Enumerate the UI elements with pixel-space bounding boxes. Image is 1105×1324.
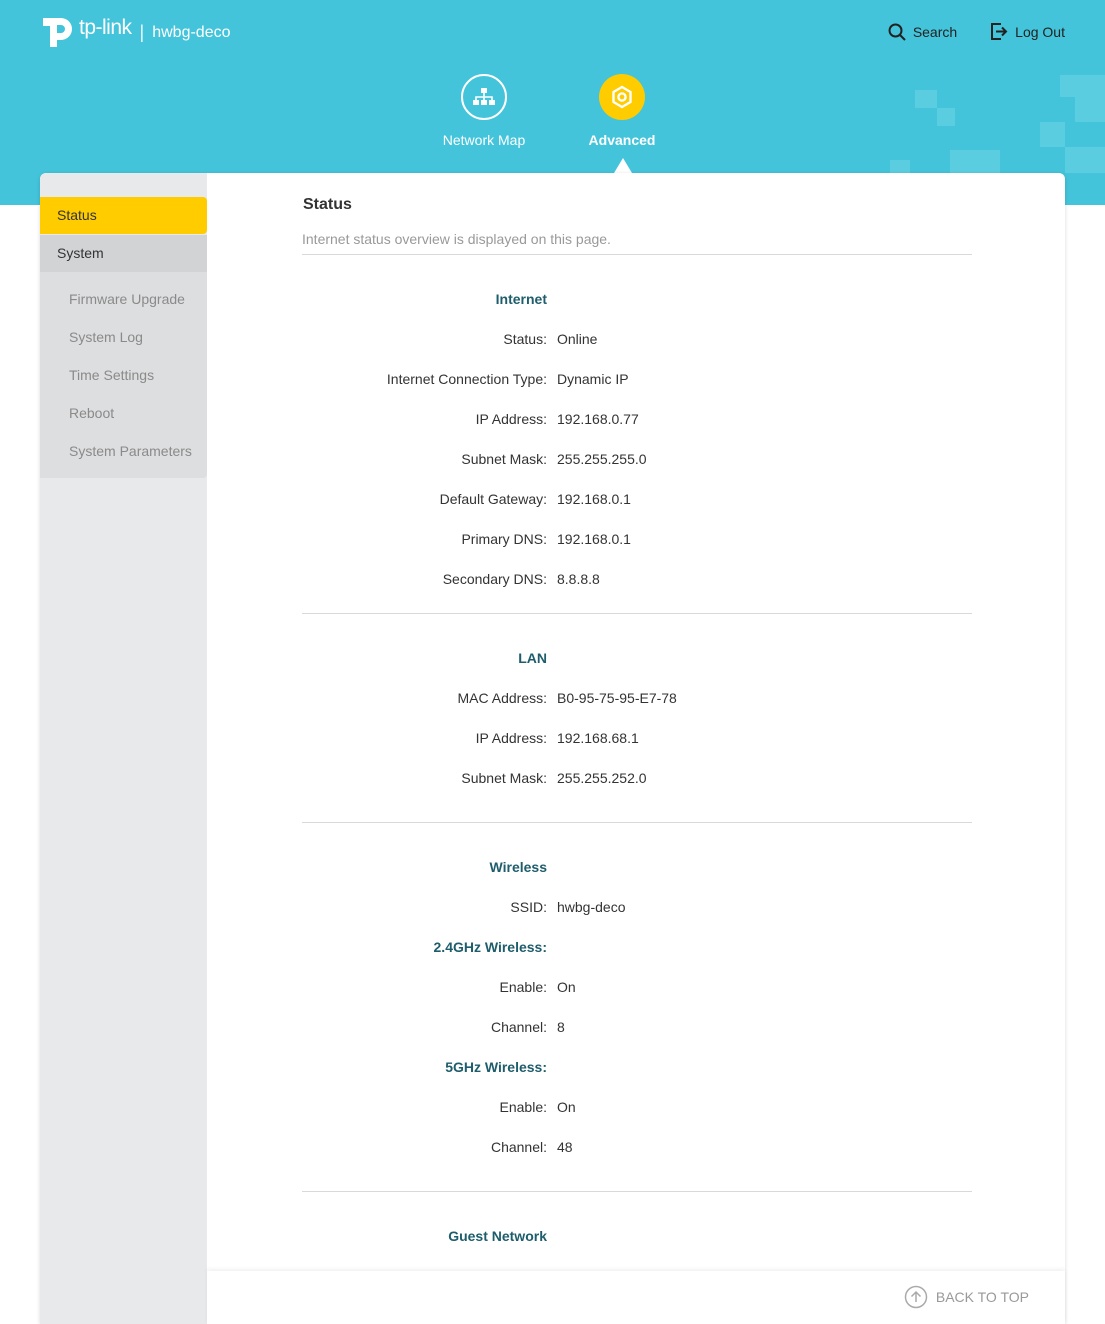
top-actions: Search Log Out: [888, 22, 1065, 41]
divider: [302, 1191, 972, 1192]
internet-primary-dns-value: 192.168.0.1: [557, 531, 631, 547]
internet-connection-type-value: Dynamic IP: [557, 371, 629, 387]
sidebar-item-time-settings[interactable]: Time Settings: [69, 367, 154, 383]
internet-status-value: Online: [557, 331, 598, 347]
device-name: hwbg-deco: [152, 24, 231, 41]
internet-ip-label: IP Address:: [475, 411, 547, 427]
sidebar: Status System Firmware Upgrade System Lo…: [40, 173, 207, 1324]
decor-square: [1075, 97, 1105, 122]
divider: [302, 613, 972, 614]
tab-advanced-label: Advanced: [588, 132, 656, 148]
internet-gateway-value: 192.168.0.1: [557, 491, 631, 507]
wireless-ssid-value: hwbg-deco: [557, 899, 626, 915]
main-card: Status System Firmware Upgrade System Lo…: [40, 173, 1065, 1324]
internet-ip-value: 192.168.0.77: [557, 411, 639, 427]
brand: tp-link | hwbg-deco: [40, 14, 231, 50]
decor-square: [1060, 75, 1105, 97]
wireless-24-enable-label: Enable:: [499, 979, 547, 995]
decor-square: [937, 108, 955, 126]
sidebar-item-system-parameters[interactable]: System Parameters: [69, 443, 192, 459]
network-map-icon: [461, 74, 507, 120]
back-to-top-label: BACK TO TOP: [935, 1289, 1029, 1305]
internet-subnet-mask-value: 255.255.255.0: [557, 451, 647, 467]
wireless-24-enable-value: On: [557, 979, 576, 995]
sidebar-item-status[interactable]: Status: [40, 197, 207, 234]
divider: [302, 254, 972, 255]
section-title-lan: LAN: [518, 650, 547, 666]
section-title-internet: Internet: [495, 291, 547, 307]
section-title-wireless: Wireless: [489, 859, 547, 875]
wireless-5-enable-label: Enable:: [499, 1099, 547, 1115]
internet-primary-dns-label: Primary DNS:: [461, 531, 547, 547]
footer-bar: BACK TO TOP: [207, 1271, 1065, 1324]
logout-label: Log Out: [1015, 23, 1065, 40]
tp-link-logo-icon: [43, 18, 72, 47]
lan-subnet-mask-value: 255.255.252.0: [557, 770, 647, 786]
internet-secondary-dns-label: Secondary DNS:: [442, 571, 547, 587]
logout-button[interactable]: Log Out: [989, 22, 1065, 41]
decor-square: [950, 150, 1000, 173]
advanced-gear-icon: [599, 74, 645, 120]
lan-mac-label: MAC Address:: [457, 690, 547, 706]
decor-square: [1040, 122, 1065, 147]
decor-square: [1065, 147, 1105, 173]
lan-ip-label: IP Address:: [475, 730, 547, 746]
content-area: Status Internet status overview is displ…: [207, 173, 1065, 1324]
subsection-title-5ghz: 5GHz Wireless:: [445, 1059, 547, 1075]
wireless-5-channel-value: 48: [557, 1139, 573, 1155]
tab-advanced[interactable]: Advanced: [562, 74, 682, 148]
internet-gateway-label: Default Gateway:: [439, 491, 547, 507]
sidebar-item-reboot[interactable]: Reboot: [69, 405, 114, 421]
arrow-up-circle-icon: [904, 1285, 928, 1309]
tab-network-map[interactable]: Network Map: [424, 74, 544, 148]
page-title: Status: [303, 196, 352, 213]
search-button[interactable]: Search: [888, 22, 957, 41]
brand-logo-text: tp-link: [79, 16, 132, 39]
lan-subnet-mask-label: Subnet Mask:: [461, 770, 547, 786]
sidebar-item-firmware-upgrade[interactable]: Firmware Upgrade: [69, 291, 185, 307]
search-icon: [888, 23, 906, 41]
wireless-ssid-label: SSID:: [510, 899, 547, 915]
section-title-guest-network: Guest Network: [448, 1228, 547, 1244]
decor-square: [915, 90, 937, 108]
search-label: Search: [912, 23, 958, 40]
sidebar-item-system[interactable]: System: [40, 235, 207, 272]
internet-connection-type-label: Internet Connection Type:: [386, 371, 547, 387]
page-description: Internet status overview is displayed on…: [302, 231, 611, 247]
lan-ip-value: 192.168.68.1: [557, 730, 639, 746]
internet-status-label: Status:: [503, 331, 547, 347]
wireless-24-channel-value: 8: [557, 1019, 565, 1035]
subsection-title-2-4ghz: 2.4GHz Wireless:: [433, 939, 547, 955]
sidebar-item-system-log[interactable]: System Log: [69, 329, 143, 345]
active-tab-pointer: [614, 158, 632, 173]
lan-mac-value: B0-95-75-95-E7-78: [557, 690, 677, 706]
wireless-24-channel-label: Channel:: [490, 1019, 547, 1035]
decor-square: [890, 160, 910, 173]
internet-secondary-dns-value: 8.8.8.8: [557, 571, 600, 587]
divider: [302, 822, 972, 823]
wireless-5-enable-value: On: [557, 1099, 576, 1115]
tab-network-map-label: Network Map: [442, 132, 526, 148]
brand-separator: |: [139, 21, 145, 42]
wireless-5-channel-label: Channel:: [490, 1139, 547, 1155]
logout-icon: [991, 23, 1008, 40]
back-to-top-button[interactable]: BACK TO TOP: [904, 1285, 1029, 1309]
internet-subnet-mask-label: Subnet Mask:: [461, 451, 547, 467]
